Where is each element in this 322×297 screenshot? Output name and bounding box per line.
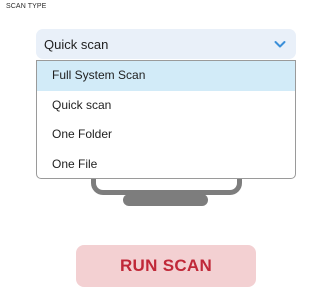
scan-type-label: SCAN TYPE: [6, 3, 47, 10]
option-one-folder[interactable]: One Folder: [37, 120, 295, 150]
option-full-system-scan[interactable]: Full System Scan: [37, 61, 295, 91]
option-quick-scan[interactable]: Quick scan: [37, 91, 295, 121]
scan-type-selected-value: Quick scan: [44, 36, 109, 52]
option-one-file[interactable]: One File: [37, 150, 295, 179]
scan-type-dropdown: Full System Scan Quick scan One Folder O…: [36, 60, 296, 179]
chevron-down-icon[interactable]: [274, 39, 286, 49]
monitor-stand: [123, 194, 208, 206]
run-scan-button[interactable]: RUN SCAN: [76, 245, 256, 287]
scan-type-select[interactable]: Quick scan: [36, 29, 296, 59]
